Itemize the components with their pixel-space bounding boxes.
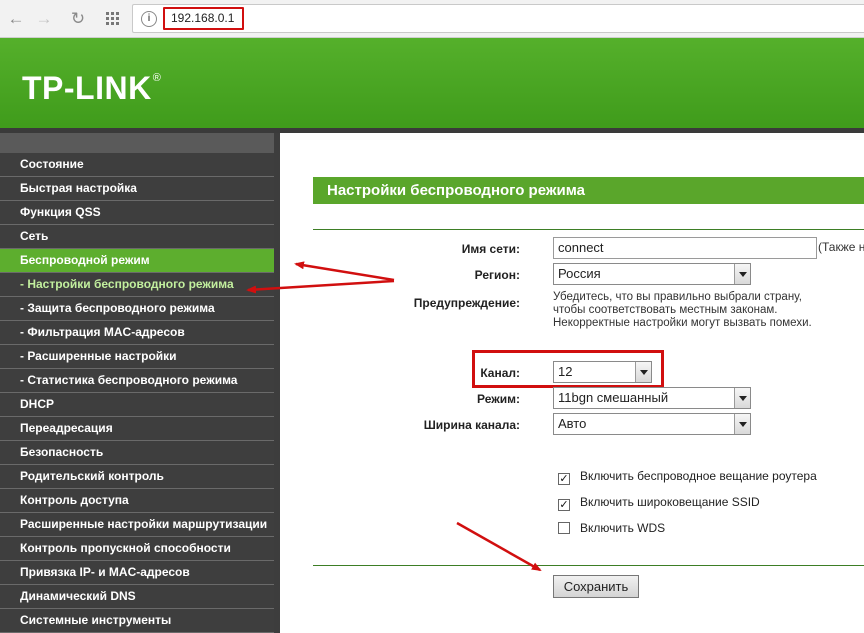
ssid-broadcast-checkbox-row[interactable]: ✓ Включить широковещание SSID xyxy=(558,495,760,511)
chevron-down-icon xyxy=(734,414,750,434)
ssid-broadcast-checkbox[interactable]: ✓ xyxy=(558,499,570,511)
sidebar-item-quick-setup[interactable]: Быстрая настройка xyxy=(0,177,274,201)
page-title: Настройки беспроводного режима xyxy=(313,177,864,204)
sidebar-item-forwarding[interactable]: Переадресация xyxy=(0,417,274,441)
ssid-note: (Также н xyxy=(818,240,864,254)
sidebar-item-mac-filter[interactable]: - Фильтрация MAC-адресов xyxy=(0,321,274,345)
broadcast-checkbox-label: Включить беспроводное вещание роутера xyxy=(580,469,817,483)
sidebar-item-parental-control[interactable]: Родительский контроль xyxy=(0,465,274,489)
ssid-input[interactable]: connect xyxy=(553,237,817,259)
channel-highlight-box xyxy=(472,350,664,388)
sidebar-item-access-control[interactable]: Контроль доступа xyxy=(0,489,274,513)
region-select[interactable]: Россия xyxy=(553,263,751,285)
bottom-separator xyxy=(313,565,864,566)
warning-line-1: Убедитесь, что вы правильно выбрали стра… xyxy=(553,291,802,303)
region-value: Россия xyxy=(558,266,601,281)
address-bar[interactable]: i 192.168.0.1 xyxy=(132,4,864,33)
page-root: ← → ↻ i 192.168.0.1 TP-LINK® Состояние Б… xyxy=(0,0,864,633)
warning-line-3: Некорректные настройки могут вызвать пом… xyxy=(553,317,812,329)
sidebar-item-status[interactable]: Состояние xyxy=(0,153,274,177)
ssid-broadcast-checkbox-label: Включить широковещание SSID xyxy=(580,495,760,509)
ssid-label: Имя сети: xyxy=(461,242,520,256)
broadcast-checkbox-row[interactable]: ✓ Включить беспроводное вещание роутера xyxy=(558,469,817,485)
chevron-down-icon xyxy=(734,264,750,284)
mode-label: Режим: xyxy=(477,392,520,406)
sidebar-menu: Состояние Быстрая настройка Функция QSS … xyxy=(0,133,280,633)
sidebar-item-routing[interactable]: Расширенные настройки маршрутизации xyxy=(0,513,274,537)
sidebar-item-security[interactable]: Безопасность xyxy=(0,441,274,465)
sidebar-item-wireless-security[interactable]: - Защита беспроводного режима xyxy=(0,297,274,321)
back-icon[interactable]: ← xyxy=(6,9,26,29)
wds-checkbox-label: Включить WDS xyxy=(580,521,666,535)
sidebar-item-ip-mac-binding[interactable]: Привязка IP- и MAC-адресов xyxy=(0,561,274,585)
warning-line-2: чтобы соответствовать местным законам. xyxy=(553,304,778,316)
url-text[interactable]: 192.168.0.1 xyxy=(163,7,244,30)
tp-link-logo: TP-LINK® xyxy=(22,70,162,106)
sidebar-item-dhcp[interactable]: DHCP xyxy=(0,393,274,417)
wds-checkbox-row[interactable]: Включить WDS xyxy=(558,521,665,535)
sidebar-item-wireless-settings[interactable]: - Настройки беспроводного режима xyxy=(0,273,274,297)
save-button[interactable]: Сохранить xyxy=(553,575,639,598)
channel-width-value: Авто xyxy=(558,416,587,431)
channel-width-select[interactable]: Авто xyxy=(553,413,751,435)
site-info-icon[interactable]: i xyxy=(141,11,157,27)
mode-value: 11bgn смешанный xyxy=(558,390,669,405)
sidebar-item-wireless[interactable]: Беспроводной режим xyxy=(0,249,274,273)
main-panel: Настройки беспроводного режима Имя сети:… xyxy=(286,133,864,633)
chevron-down-icon xyxy=(734,388,750,408)
warning-label: Предупреждение: xyxy=(413,296,520,310)
channel-width-label: Ширина канала: xyxy=(423,418,520,432)
region-label: Регион: xyxy=(474,268,520,282)
warning-text: Убедитесь, что вы правильно выбрали стра… xyxy=(553,291,853,330)
sidebar-item-bandwidth[interactable]: Контроль пропускной способности xyxy=(0,537,274,561)
broadcast-checkbox[interactable]: ✓ xyxy=(558,473,570,485)
mode-select[interactable]: 11bgn смешанный xyxy=(553,387,751,409)
sidebar-item-network[interactable]: Сеть xyxy=(0,225,274,249)
sidebar-item-wireless-advanced[interactable]: - Расширенные настройки xyxy=(0,345,274,369)
sidebar-item-system-tools[interactable]: Системные инструменты xyxy=(0,609,274,633)
reload-icon[interactable]: ↻ xyxy=(68,9,88,29)
sidebar-item-qss[interactable]: Функция QSS xyxy=(0,201,274,225)
apps-grid-icon[interactable] xyxy=(103,9,123,29)
top-separator xyxy=(313,229,864,230)
wds-checkbox[interactable] xyxy=(558,522,570,534)
sidebar-item-ddns[interactable]: Динамический DNS xyxy=(0,585,274,609)
sidebar-item-wireless-stats[interactable]: - Статистика беспроводного режима xyxy=(0,369,274,393)
forward-icon[interactable]: → xyxy=(34,9,54,29)
browser-toolbar: ← → ↻ i 192.168.0.1 xyxy=(0,0,864,38)
sidebar-top-strip xyxy=(0,133,274,153)
router-header: TP-LINK® xyxy=(0,38,864,130)
